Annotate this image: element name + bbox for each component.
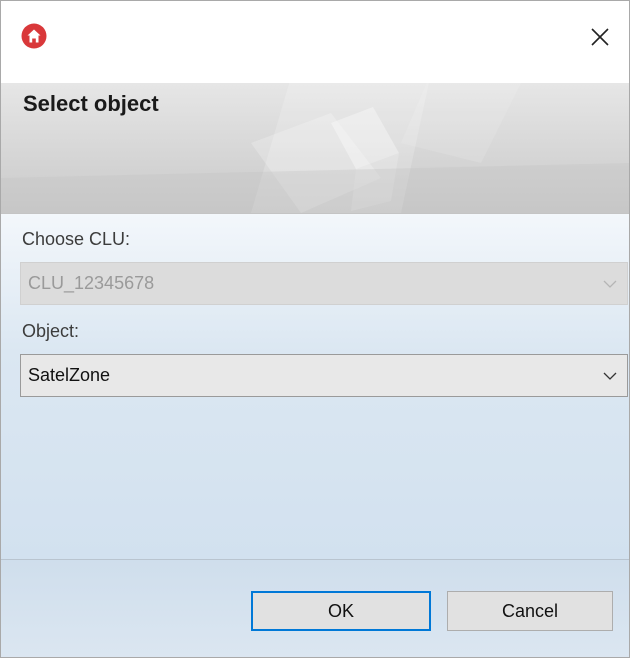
form-area: Choose CLU: CLU_12345678 Object: SatelZo… xyxy=(1,214,629,560)
title-bar xyxy=(1,1,629,83)
home-icon xyxy=(21,23,47,49)
clu-select-value: CLU_12345678 xyxy=(28,273,155,293)
clu-select: CLU_12345678 xyxy=(20,262,628,305)
chevron-down-icon xyxy=(593,355,627,396)
object-label: Object: xyxy=(22,321,80,341)
cancel-button[interactable]: Cancel xyxy=(447,591,613,631)
close-button[interactable] xyxy=(571,11,629,67)
header-banner: Select object xyxy=(1,83,629,214)
object-select[interactable]: SatelZone xyxy=(20,354,628,397)
close-icon xyxy=(590,27,610,52)
ok-button[interactable]: OK xyxy=(251,591,431,631)
dialog-title: Select object xyxy=(23,91,159,116)
object-select-value: SatelZone xyxy=(28,365,111,385)
dialog-window: Select object Choose CLU: CLU_12345678 O… xyxy=(0,0,630,658)
choose-clu-label: Choose CLU: xyxy=(22,229,131,249)
chevron-down-icon xyxy=(593,263,627,304)
button-bar: OK Cancel xyxy=(1,560,629,657)
